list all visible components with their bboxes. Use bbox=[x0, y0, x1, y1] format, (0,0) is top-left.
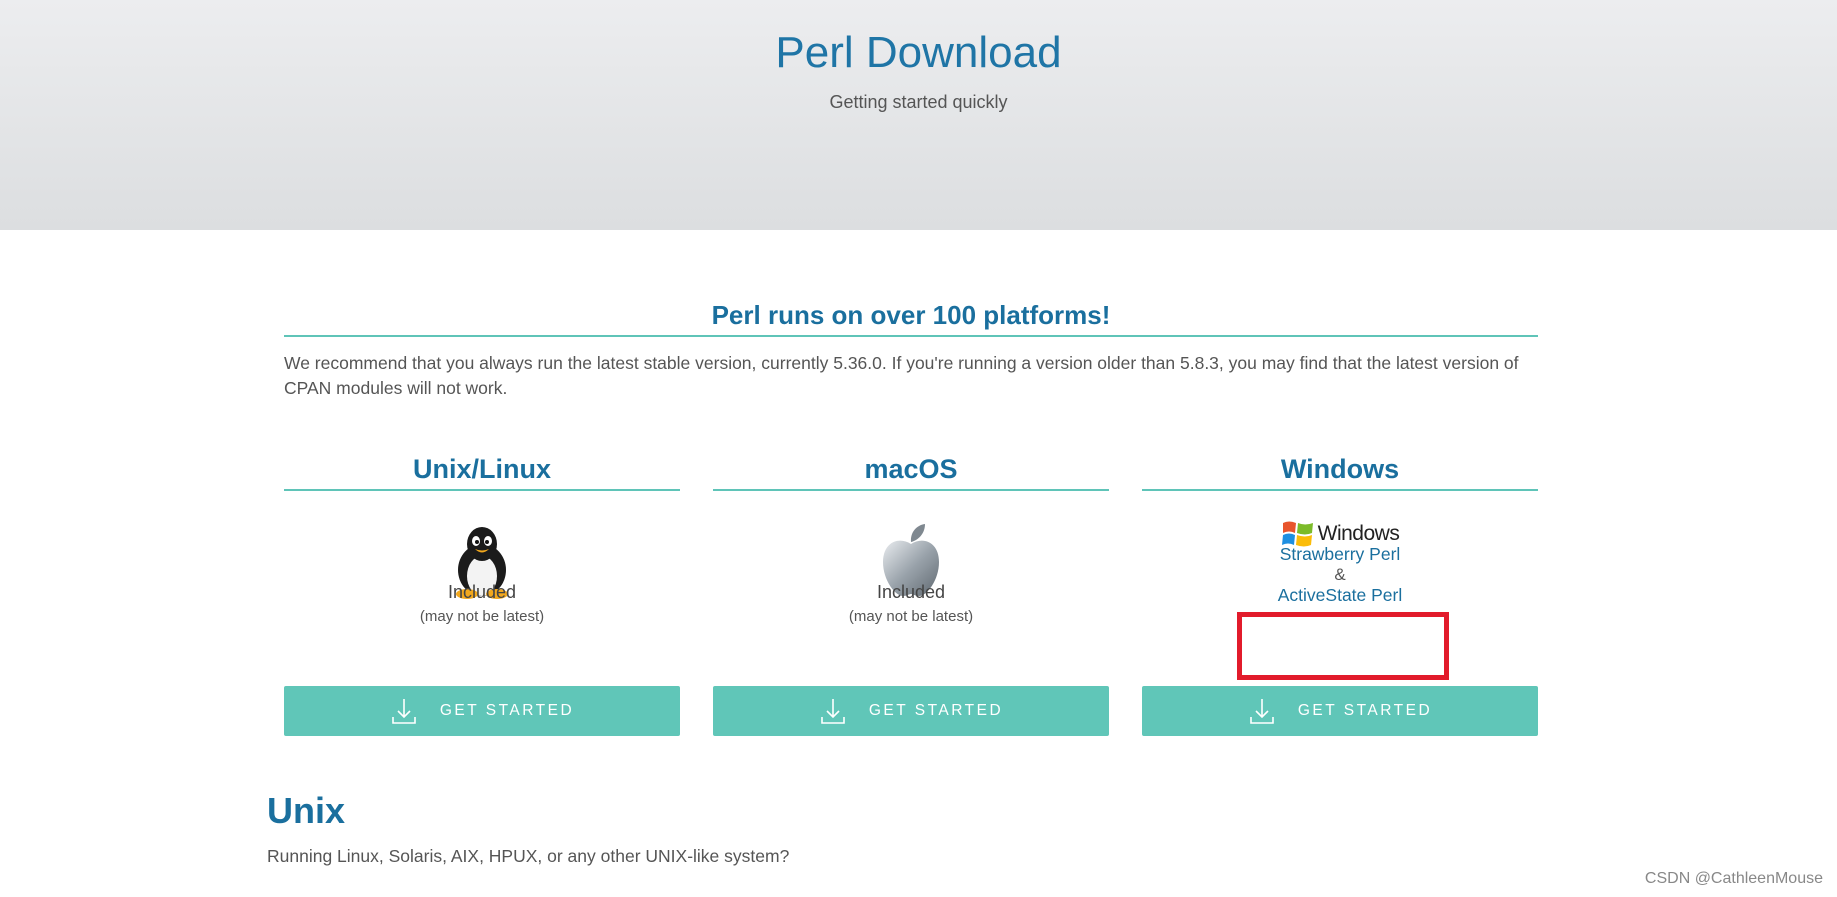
ampersand-text: & bbox=[1334, 565, 1346, 584]
unix-included-label: Included bbox=[447, 582, 517, 602]
platforms-section: Perl runs on over 100 platforms! We reco… bbox=[284, 300, 1538, 736]
unix-section-text: Running Linux, Solaris, AIX, HPUX, or an… bbox=[267, 846, 790, 866]
page-hero: Perl Download Getting started quickly bbox=[0, 0, 1837, 230]
strawberry-perl-link[interactable]: Strawberry Perl bbox=[1142, 544, 1538, 565]
watermark: CSDN @CathleenMouse bbox=[1644, 870, 1823, 887]
unix-latest-note: (may not be latest) bbox=[419, 608, 545, 625]
macos-latest-note: (may not be latest) bbox=[848, 608, 974, 625]
unix-section-heading: Unix bbox=[267, 790, 346, 831]
macos-get-started-button[interactable]: GET STARTED bbox=[713, 686, 1109, 736]
windows-get-started-button[interactable]: GET STARTED bbox=[1142, 686, 1538, 736]
column-unix-linux: Unix/Linux Included (may not be latest) bbox=[284, 454, 680, 736]
column-windows: Windows Windows Strawberry Perl & Active… bbox=[1142, 454, 1538, 736]
unix-get-started-label: GET STARTED bbox=[439, 702, 575, 719]
windows-links: Strawberry Perl & ActiveState Perl bbox=[1142, 544, 1538, 606]
column-heading-macos: macOS bbox=[713, 454, 1109, 491]
highlight-box bbox=[1237, 612, 1449, 680]
page-title: Perl Download bbox=[775, 28, 1062, 77]
macos-included-label: Included bbox=[876, 582, 946, 602]
column-heading-windows: Windows bbox=[1142, 454, 1538, 491]
download-icon bbox=[1250, 699, 1274, 724]
macos-get-started-label: GET STARTED bbox=[868, 702, 1004, 719]
platforms-heading: Perl runs on over 100 platforms! bbox=[284, 300, 1538, 337]
activestate-perl-link[interactable]: ActiveState Perl bbox=[1142, 585, 1538, 606]
download-icon bbox=[392, 699, 416, 724]
download-icon bbox=[821, 699, 845, 724]
column-heading-unix-linux: Unix/Linux bbox=[284, 454, 680, 491]
windows-get-started-label: GET STARTED bbox=[1297, 702, 1433, 719]
windows-logo-text: Windows bbox=[1317, 522, 1400, 545]
unix-get-started-button[interactable]: GET STARTED bbox=[284, 686, 680, 736]
column-macos: macOS Included (may not be latest) GET S… bbox=[713, 454, 1109, 736]
page-subtitle: Getting started quickly bbox=[829, 92, 1008, 112]
platforms-intro: We recommend that you always run the lat… bbox=[284, 353, 1519, 398]
platform-columns: Unix/Linux Included (may not be latest) bbox=[284, 454, 1538, 744]
